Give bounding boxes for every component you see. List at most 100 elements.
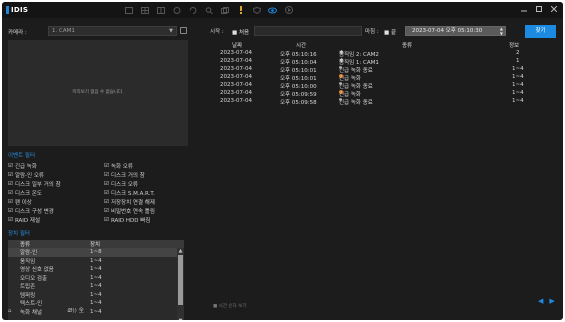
checkbox-icon: ☑ [104, 172, 109, 178]
camera-select-value: 1. CAM1 [52, 28, 75, 34]
camera-select[interactable]: 1. CAM1 ▼ [48, 26, 177, 36]
copy-icon[interactable] [220, 6, 229, 14]
start-first-checkbox[interactable]: ■ 처음 [232, 28, 249, 36]
checkbox-icon: ☑ [104, 163, 109, 169]
toolbar [124, 5, 293, 15]
eye-icon[interactable] [268, 6, 277, 14]
end-label: 마침 : [365, 29, 379, 35]
table-row[interactable]: 2023-07-04 오후 05:10:04 ✱ 움직임 1: CAM1 1 [196, 58, 563, 66]
alert-icon[interactable] [236, 6, 245, 14]
checkbox-icon: ☑ [104, 181, 109, 187]
checkbox-icon: ☑ [8, 217, 13, 223]
prev-page-icon[interactable]: ◀ [538, 297, 543, 305]
device-table-scrollbar[interactable]: ▲ ▼ [177, 248, 184, 320]
table-row[interactable]: 2023-07-04 오후 05:09:58 긴급 녹화 종료 1~4 [196, 98, 563, 106]
camera-preview: 미리보기 없음 수 없습니다. [8, 40, 188, 146]
camera-row: 카메라 : [8, 27, 27, 36]
event-log-window: IDIS 카메라 : 1. CAM1 ▼ 미리보기 없음 수 없습니다. 이벤트… [2, 2, 563, 320]
scrollbar-thumb[interactable] [178, 255, 183, 305]
table-row[interactable]: 2023-07-04 오후 05:09:59 긴급 녹화 1~4 [196, 90, 563, 98]
preview-message: 미리보기 없음 수 없습니다. [72, 90, 124, 95]
table-header: 종류 장치 [8, 240, 184, 248]
table-row[interactable]: 2023-07-04 오후 05:10:01 긴급 녹화 1~4 [196, 74, 563, 82]
header-type: 종류 [20, 242, 31, 248]
table-row[interactable]: 템퍼링 1~4 [8, 291, 184, 300]
minimize-icon[interactable] [521, 6, 527, 12]
footer-left: ⌂ Ꮺ)) 全 [8, 306, 84, 315]
event-filter-item[interactable]: ☑ RAID 재설 [8, 216, 40, 224]
next-page-icon[interactable]: ▶ [549, 297, 554, 305]
checkbox-icon: ☑ [8, 190, 13, 196]
checkbox-icon: ☑ [8, 172, 13, 178]
shield-icon[interactable] [252, 6, 261, 14]
table-row[interactable]: 알람-인 1~8 [8, 248, 184, 257]
event-filter-item[interactable]: ☑ 디스크 일부 거의 참 [8, 180, 61, 188]
header-info: 정보 [509, 43, 520, 49]
chronological-view-checkbox[interactable]: ■ 시간 순차 보기 [213, 303, 246, 309]
scroll-down-icon[interactable]: ▼ [177, 318, 184, 320]
event-filter-item[interactable]: ☑ 디스크 오류 [104, 180, 138, 188]
spin-icon[interactable]: ▲ ▼ [500, 26, 503, 36]
camera-label: 카메라 : [8, 29, 27, 36]
table-row[interactable]: 2023-07-04 오후 05:10:00 긴급 녹화 종료 1~4 [196, 82, 563, 90]
event-filter-item[interactable]: ☑ 디스크 구성 변경 [8, 207, 54, 215]
play-icon[interactable] [284, 6, 293, 14]
header-date: 날짜 [232, 43, 243, 49]
end-last-checkbox[interactable]: ■ 끝 [384, 28, 396, 36]
table-row[interactable]: 2023-07-04 오후 05:10:01 긴급 녹화 종료 1~4 [196, 66, 563, 74]
rotate-icon[interactable] [188, 6, 197, 14]
end-time-value: 2023-07-04 오후 05:10:30 [412, 28, 483, 34]
event-filter-title: 이벤트 필터 [8, 153, 36, 159]
event-filter-item[interactable]: ☑ 디스크 거의 참 [104, 171, 145, 179]
search-row: 시작 : ■ 처음 마침 : ■ 끝 2023-07-04 오후 05:10:3… [196, 25, 563, 38]
event-filter-item[interactable]: ☑ 비밀번호 연속 틀림 [104, 207, 155, 215]
checkbox-icon: ☑ [104, 190, 109, 196]
event-filter-item[interactable]: ☑ 긴급 녹화 [8, 162, 37, 170]
event-filter-item[interactable]: ☑ 디스크 S.M.A.R.T. [104, 189, 155, 197]
checkbox-icon: ☑ [8, 181, 13, 187]
header-device: 장치 [90, 242, 101, 248]
end-time-input[interactable]: 2023-07-04 오후 05:10:30 ▲ ▼ [405, 26, 506, 36]
home-icon[interactable]: ⌂ [8, 308, 12, 314]
start-label: 시작 : [210, 29, 224, 35]
table-header: 날짜 시간 종류 정보 [196, 40, 563, 49]
search-icon[interactable] [204, 6, 213, 14]
checkbox-icon: ☑ [104, 217, 109, 223]
event-filter-item[interactable]: ☑ RAID HDD 빠짐 [104, 216, 150, 224]
logo-mark [6, 6, 9, 14]
camera-settings-icon[interactable] [180, 27, 187, 34]
maximize-icon[interactable] [536, 6, 542, 12]
header-type: 종류 [402, 43, 413, 49]
chevron-down-icon: ▼ [169, 28, 173, 34]
header-time: 시간 [296, 43, 307, 49]
search-button[interactable]: 찾기 [525, 25, 556, 38]
event-filter-item[interactable]: ☑ 저장장치 연결 해제 [104, 198, 155, 206]
device-filter-title: 장치 필터 [8, 231, 30, 237]
table-row[interactable]: 2023-07-04 오후 05:10:16 ✱ 움직임 2: CAM2 2 [196, 50, 563, 58]
event-filter-item[interactable]: ☑ 알람-인 오류 [8, 171, 44, 179]
table-row[interactable]: 트립존 1~4 [8, 282, 184, 291]
top-bar: IDIS [2, 2, 563, 18]
right-panel: 시작 : ■ 처음 마침 : ■ 끝 2023-07-04 오후 05:10:3… [196, 18, 563, 320]
table-row[interactable]: 오디오 검출 1~4 [8, 274, 184, 283]
table-row[interactable]: 움직임 1~4 [8, 257, 184, 266]
logo-text: IDIS [11, 6, 29, 14]
checkbox-icon: ☑ [104, 199, 109, 205]
app-logo: IDIS [6, 5, 28, 15]
checkbox-icon: ☑ [8, 163, 13, 169]
table-row[interactable]: 영상 신호 없음 1~4 [8, 265, 184, 274]
status-text: Ꮺ)) 全 [67, 308, 85, 314]
layout-grid-icon[interactable] [140, 6, 149, 14]
checkbox-icon: ☑ [104, 208, 109, 214]
scroll-up-icon[interactable]: ▲ [177, 248, 184, 254]
camera-icon[interactable] [172, 6, 181, 14]
window-controls [521, 6, 557, 12]
event-filter-item[interactable]: ☑ 디스크 온도 [8, 189, 42, 197]
layout-quad-icon[interactable] [156, 6, 165, 14]
event-filter-item[interactable]: ☑ 녹화 오류 [104, 162, 133, 170]
start-time-input[interactable] [254, 26, 362, 36]
left-panel: 카메라 : 1. CAM1 ▼ 미리보기 없음 수 없습니다. 이벤트 필터 ☑… [2, 18, 196, 320]
close-icon[interactable] [551, 6, 557, 12]
layout-single-icon[interactable] [124, 6, 133, 14]
event-filter-item[interactable]: ☑ 팬 이상 [8, 198, 32, 206]
